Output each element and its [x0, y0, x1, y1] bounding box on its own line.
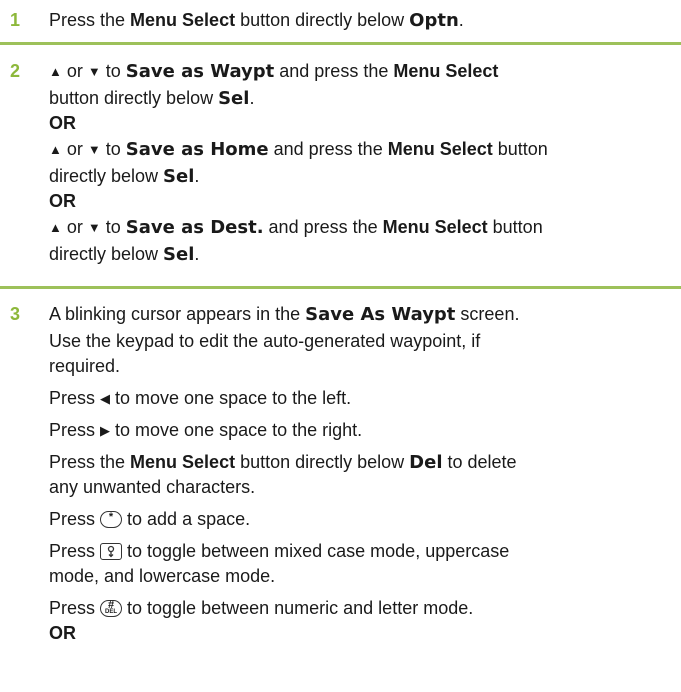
- step-text: A blinking cursor appears in the Save As…: [49, 304, 520, 325]
- step-text: Use the keypad to edit the auto-generate…: [49, 331, 481, 351]
- step-text: ▲ or ▼ to Save as Dest. and press the Me…: [49, 217, 543, 238]
- hash-del-key-icon: # DEL: [100, 599, 123, 617]
- step-text: button directly below Sel.: [49, 88, 255, 109]
- step-text: mode, and lowercase mode.: [49, 566, 276, 586]
- step-body: Press the Menu Select button directly be…: [49, 6, 671, 35]
- instruction-page: 1 Press the Menu Select button directly …: [0, 0, 681, 692]
- step-text: directly below Sel.: [49, 166, 200, 187]
- step-text: any unwanted characters.: [49, 477, 256, 497]
- step-text: Press ◀ to move one space to the left.: [49, 388, 352, 408]
- or-label: OR: [49, 191, 76, 211]
- step-text: directly below Sel.: [49, 244, 200, 265]
- step-text: Press the Menu Select button directly be…: [49, 452, 517, 473]
- step-text: required.: [49, 356, 121, 376]
- arrow-right-icon: ▶: [100, 423, 111, 438]
- step-number: 3: [10, 304, 21, 324]
- divider: [0, 42, 681, 45]
- step-text: Press the Menu Select button directly be…: [49, 10, 464, 31]
- case-key-icon: [100, 543, 123, 560]
- divider: [0, 286, 681, 289]
- step-body: A blinking cursor appears in the Save As…: [49, 300, 671, 646]
- or-label: OR: [49, 113, 76, 133]
- arrow-left-icon: ◀: [100, 391, 111, 406]
- or-label: OR: [49, 623, 76, 643]
- step-number: 2: [10, 61, 21, 81]
- arrow-down-icon: ▼: [87, 220, 101, 235]
- step-text: Press * to add a space.: [49, 509, 251, 529]
- step-text: ▲ or ▼ to Save as Waypt and press the Me…: [49, 61, 499, 82]
- arrow-down-icon: ▼: [87, 64, 101, 79]
- step-body: ▲ or ▼ to Save as Waypt and press the Me…: [49, 57, 671, 267]
- star-key-icon: *: [100, 511, 123, 528]
- step-text: Press ▶ to move one space to the right.: [49, 420, 363, 440]
- step-text: Press # DEL to toggle between numeric and…: [49, 598, 474, 618]
- step-number: 1: [10, 10, 21, 30]
- arrow-up-icon: ▲: [49, 220, 62, 235]
- arrow-up-icon: ▲: [49, 64, 62, 79]
- arrow-down-icon: ▼: [87, 142, 101, 157]
- step-text: Press to toggle between mixed case mode,…: [49, 541, 510, 561]
- arrow-up-icon: ▲: [49, 142, 62, 157]
- step-text: ▲ or ▼ to Save as Home and press the Men…: [49, 139, 548, 160]
